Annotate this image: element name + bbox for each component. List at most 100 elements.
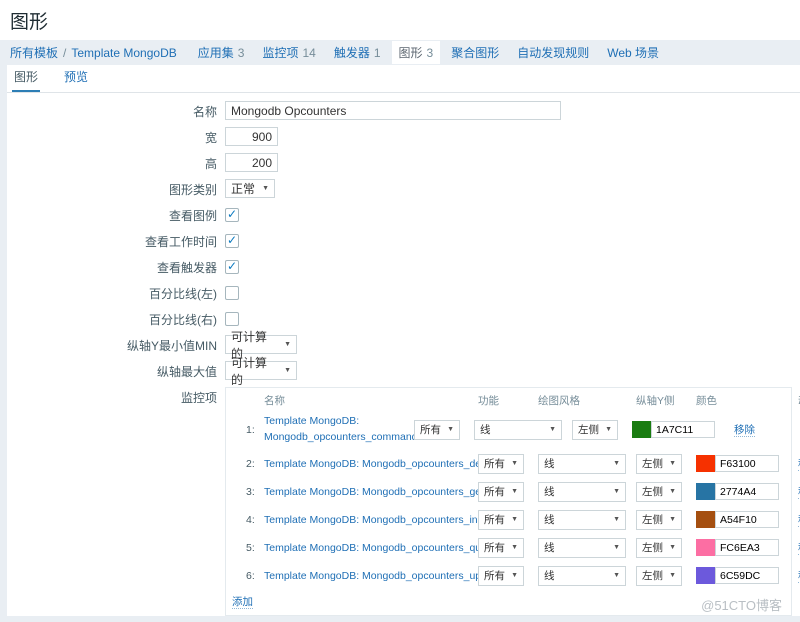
color-swatch[interactable] — [696, 455, 715, 472]
function-select[interactable]: 所有▼ — [478, 538, 524, 558]
item-name-link[interactable]: Template MongoDB: Mongodb_opcounters_que… — [264, 542, 496, 554]
y-side-select[interactable]: 左侧▼ — [636, 538, 682, 558]
y-side-select[interactable]: 左侧▼ — [636, 482, 682, 502]
chevron-down-icon: ▼ — [605, 426, 612, 433]
nav-applications[interactable]: 应用集 3 — [191, 41, 252, 64]
chevron-down-icon: ▼ — [284, 367, 291, 374]
width-input[interactable] — [225, 127, 278, 146]
show-working-time-label: 查看工作时间 — [0, 231, 225, 250]
chevron-down-icon: ▼ — [669, 516, 676, 523]
item-number: 1: — [246, 424, 264, 436]
breadcrumb-template-mongodb[interactable]: Template MongoDB — [71, 46, 176, 60]
col-color: 颜色 — [696, 393, 788, 408]
chevron-down-icon: ▼ — [669, 572, 676, 579]
draw-style-select[interactable]: 线▼ — [538, 454, 626, 474]
show-legend-label: 查看图例 — [0, 205, 225, 224]
chevron-down-icon: ▼ — [613, 516, 620, 523]
item-number: 2: — [246, 458, 264, 470]
color-hex-input[interactable] — [715, 511, 779, 528]
y-side-select[interactable]: 左侧▼ — [636, 454, 682, 474]
function-select[interactable]: 所有▼ — [478, 482, 524, 502]
items-label: 监控项 — [0, 387, 225, 406]
chevron-down-icon: ▼ — [262, 185, 269, 192]
nav-screens[interactable]: 聚合图形 — [444, 41, 506, 64]
nav-web-scenarios[interactable]: Web 场景 — [600, 41, 666, 64]
color-hex-input[interactable] — [715, 567, 779, 584]
page-title: 图形 — [10, 7, 800, 34]
draw-style-select[interactable]: 线▼ — [538, 566, 626, 586]
item-name-link[interactable]: Template MongoDB: Mongodb_opcounters_upd… — [264, 570, 502, 582]
color-swatch[interactable] — [696, 539, 715, 556]
y-side-select[interactable]: 左侧▼ — [636, 566, 682, 586]
function-select[interactable]: 所有▼ — [478, 566, 524, 586]
nav-discovery-rules[interactable]: 自动发现规则 — [510, 41, 596, 64]
show-working-time-checkbox[interactable] — [225, 234, 239, 248]
chevron-down-icon: ▼ — [613, 460, 620, 467]
draw-style-select[interactable]: 线▼ — [538, 482, 626, 502]
draw-style-select[interactable]: 线▼ — [538, 510, 626, 530]
item-row: 3: Template MongoDB: Mongodb_opcounters_… — [232, 482, 785, 502]
col-draw-style: 绘图风格 — [538, 393, 626, 408]
breadcrumb-all-templates[interactable]: 所有模板 — [10, 44, 58, 61]
width-label: 宽 — [0, 127, 225, 146]
tab-graph[interactable]: 图形 — [12, 63, 40, 92]
chevron-down-icon: ▼ — [511, 544, 518, 551]
item-name-link[interactable]: Template MongoDB: Mongodb_opcounters_com… — [264, 415, 418, 443]
draw-style-select[interactable]: 线▼ — [538, 538, 626, 558]
nav-graphs[interactable]: 图形 3 — [392, 41, 441, 64]
chevron-down-icon: ▼ — [613, 488, 620, 495]
chevron-down-icon: ▼ — [511, 516, 518, 523]
nav-triggers[interactable]: 触发器 1 — [327, 41, 388, 64]
show-triggers-label: 查看触发器 — [0, 257, 225, 276]
show-legend-checkbox[interactable] — [225, 208, 239, 222]
color-hex-input[interactable] — [715, 455, 779, 472]
item-name-link[interactable]: Template MongoDB: Mongodb_opcounters_get… — [264, 486, 508, 498]
graph-edit-page: 图形 所有模板 / Template MongoDB 应用集 3 监控项 14 … — [0, 0, 800, 622]
percentile-right-checkbox[interactable] — [225, 312, 239, 326]
show-triggers-checkbox[interactable] — [225, 260, 239, 274]
remove-link[interactable]: 移除 — [734, 424, 755, 437]
chevron-down-icon: ▼ — [447, 426, 454, 433]
item-name-link[interactable]: Template MongoDB: Mongodb_opcounters_del… — [264, 458, 498, 470]
chevron-down-icon: ▼ — [284, 341, 291, 348]
item-row: 2: Template MongoDB: Mongodb_opcounters_… — [232, 454, 785, 474]
percentile-left-checkbox[interactable] — [225, 286, 239, 300]
color-hex-input[interactable] — [715, 483, 779, 500]
height-input[interactable] — [225, 153, 278, 172]
item-row: 1: Template MongoDB: Mongodb_opcounters_… — [232, 414, 785, 446]
color-swatch[interactable] — [632, 421, 651, 438]
chevron-down-icon: ▼ — [669, 460, 676, 467]
function-select[interactable]: 所有▼ — [478, 510, 524, 530]
item-row: 5: Template MongoDB: Mongodb_opcounters_… — [232, 538, 785, 558]
add-item-link[interactable]: 添加 — [232, 596, 253, 609]
function-select[interactable]: 所有▼ — [414, 420, 460, 440]
item-row: 6: Template MongoDB: Mongodb_opcounters_… — [232, 566, 785, 586]
col-y-axis-side: 纵轴Y侧 — [636, 393, 682, 408]
chevron-down-icon: ▼ — [549, 426, 556, 433]
color-hex-input[interactable] — [651, 421, 715, 438]
y-axis-max-select[interactable]: 可计算的 ▼ — [225, 361, 297, 380]
item-name-link[interactable]: Template MongoDB: Mongodb_opcounters_ins… — [264, 514, 495, 526]
nav-items[interactable]: 监控项 14 — [255, 41, 322, 64]
y-side-select[interactable]: 左侧▼ — [636, 510, 682, 530]
color-hex-input[interactable] — [715, 539, 779, 556]
height-label: 高 — [0, 153, 225, 172]
tab-preview[interactable]: 预览 — [62, 63, 90, 92]
graph-form: 名称 宽 高 图形类别 正常 ▼ 查看图例 查看工作时间 查看触发 — [0, 93, 800, 622]
template-nav: 应用集 3 监控项 14 触发器 1 图形 3 聚合图形 自动发现规则 — [191, 41, 670, 64]
color-swatch[interactable] — [696, 567, 715, 584]
items-table: 名称 功能 绘图风格 纵轴Y侧 颜色 动作 1: Template MongoD… — [225, 387, 792, 616]
function-select[interactable]: 所有▼ — [478, 454, 524, 474]
color-swatch[interactable] — [696, 511, 715, 528]
name-input[interactable] — [225, 101, 561, 120]
watermark: @51CTO博客 — [701, 595, 782, 614]
breadcrumb: 所有模板 / Template MongoDB 应用集 3 监控项 14 触发器… — [0, 40, 800, 65]
name-label: 名称 — [0, 101, 225, 120]
graph-type-select[interactable]: 正常 ▼ — [225, 179, 275, 198]
y-axis-min-select[interactable]: 可计算的 ▼ — [225, 335, 297, 354]
color-swatch[interactable] — [696, 483, 715, 500]
breadcrumb-separator: / — [63, 46, 66, 60]
col-name: 名称 — [264, 393, 478, 408]
draw-style-select[interactable]: 线▼ — [474, 420, 562, 440]
y-side-select[interactable]: 左侧▼ — [572, 420, 618, 440]
